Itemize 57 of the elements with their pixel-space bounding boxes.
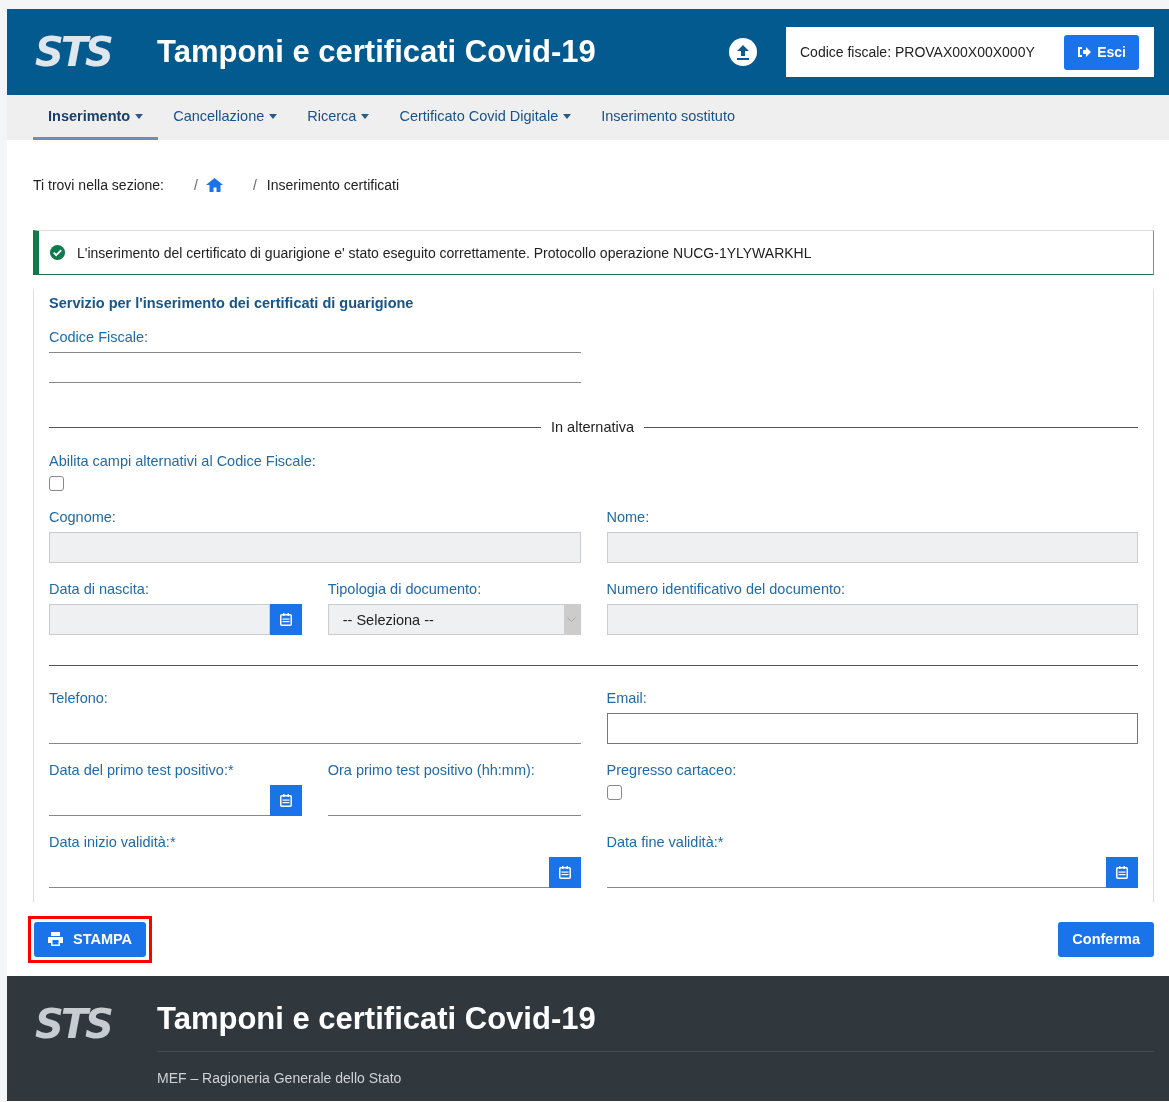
- select-value: -- Seleziona --: [342, 611, 434, 628]
- logout-button[interactable]: Esci: [1064, 34, 1139, 70]
- breadcrumb-current: Inserimento certificati: [266, 177, 400, 193]
- field-label: Email:: [606, 690, 648, 706]
- field-label: Data inizio validità:*: [49, 834, 177, 850]
- calendar-button[interactable]: [1106, 857, 1138, 888]
- field-label: Ora primo test positivo (hh:mm):: [327, 762, 536, 778]
- nav-tab[interactable]: Ricerca: [292, 95, 385, 140]
- calendar-icon: [1116, 866, 1128, 879]
- logout-icon: [1077, 46, 1092, 58]
- field-label: Data fine validità:*: [606, 834, 725, 850]
- logo: STS: [35, 29, 113, 75]
- footer-subtitle: MEF – Ragioneria Generale dello Stato: [157, 1070, 403, 1086]
- user-label: Codice fiscale: PROVAX00X00X000Y: [800, 44, 1035, 60]
- breadcrumb-separator: /: [252, 177, 257, 193]
- calendar-icon: [279, 613, 292, 626]
- caret-icon: [361, 113, 370, 119]
- check-circle-icon: [50, 245, 65, 260]
- app-title: Tamponi e certificati Covid-19: [157, 34, 597, 70]
- field-label: Telefono:: [49, 690, 109, 706]
- chevron-down-icon: [567, 616, 576, 623]
- field-label: Numero identificativo del documento:: [606, 581, 847, 597]
- field-label: Pregresso cartaceo:: [606, 762, 738, 778]
- home-icon[interactable]: [205, 178, 223, 192]
- form-title: Servizio per l'inserimento dei certificati di guarigione: [49, 295, 415, 311]
- footer-title: Tamponi e certificati Covid-19: [157, 1001, 1154, 1052]
- upload-icon[interactable]: [728, 37, 758, 67]
- checkbox[interactable]: [49, 476, 64, 491]
- breadcrumb-label: Ti trovi nella sezione:: [33, 177, 164, 193]
- separator-label: In alternativa: [551, 419, 635, 435]
- text-field[interactable]: [606, 713, 1138, 744]
- field-label: Tipologia di documento:: [327, 581, 483, 597]
- field-label: Codice Fiscale:: [49, 329, 150, 345]
- alert-message: L'inserimento del certificato di guarigione e' stato eseguito correttamente. Protocollo operazione NUCG-1YLYWARKHL: [77, 244, 812, 261]
- caret-icon: [135, 113, 144, 119]
- logo: STS: [35, 1001, 113, 1049]
- caret-icon: [269, 113, 278, 119]
- field-label: Data di nascita:: [49, 581, 150, 597]
- calendar-button[interactable]: [269, 785, 302, 816]
- checkbox[interactable]: [606, 785, 622, 800]
- printer-icon: [48, 932, 63, 946]
- print-button[interactable]: STAMPA: [34, 921, 147, 957]
- calendar-icon: [279, 794, 292, 807]
- breadcrumb-separator: /: [194, 177, 198, 193]
- field-label: Abilita campi alternativi al Codice Fiscale:: [49, 453, 317, 469]
- nav-tab[interactable]: Cancellazione: [158, 95, 293, 140]
- field-label: Nome:: [606, 509, 651, 525]
- field-label: Cognome:: [49, 509, 117, 525]
- calendar-icon: [558, 866, 571, 879]
- calendar-button[interactable]: [548, 857, 581, 888]
- nav-tab[interactable]: Inserimento sostituto: [586, 95, 750, 140]
- nav-tab[interactable]: Inserimento: [33, 95, 159, 140]
- field-label: Data del primo test positivo:*: [49, 762, 235, 778]
- caret-icon: [563, 113, 572, 119]
- confirm-button[interactable]: Conferma: [1058, 921, 1154, 957]
- nav-tab[interactable]: Certificato Covid Digitale: [384, 95, 587, 140]
- calendar-button[interactable]: [269, 604, 302, 635]
